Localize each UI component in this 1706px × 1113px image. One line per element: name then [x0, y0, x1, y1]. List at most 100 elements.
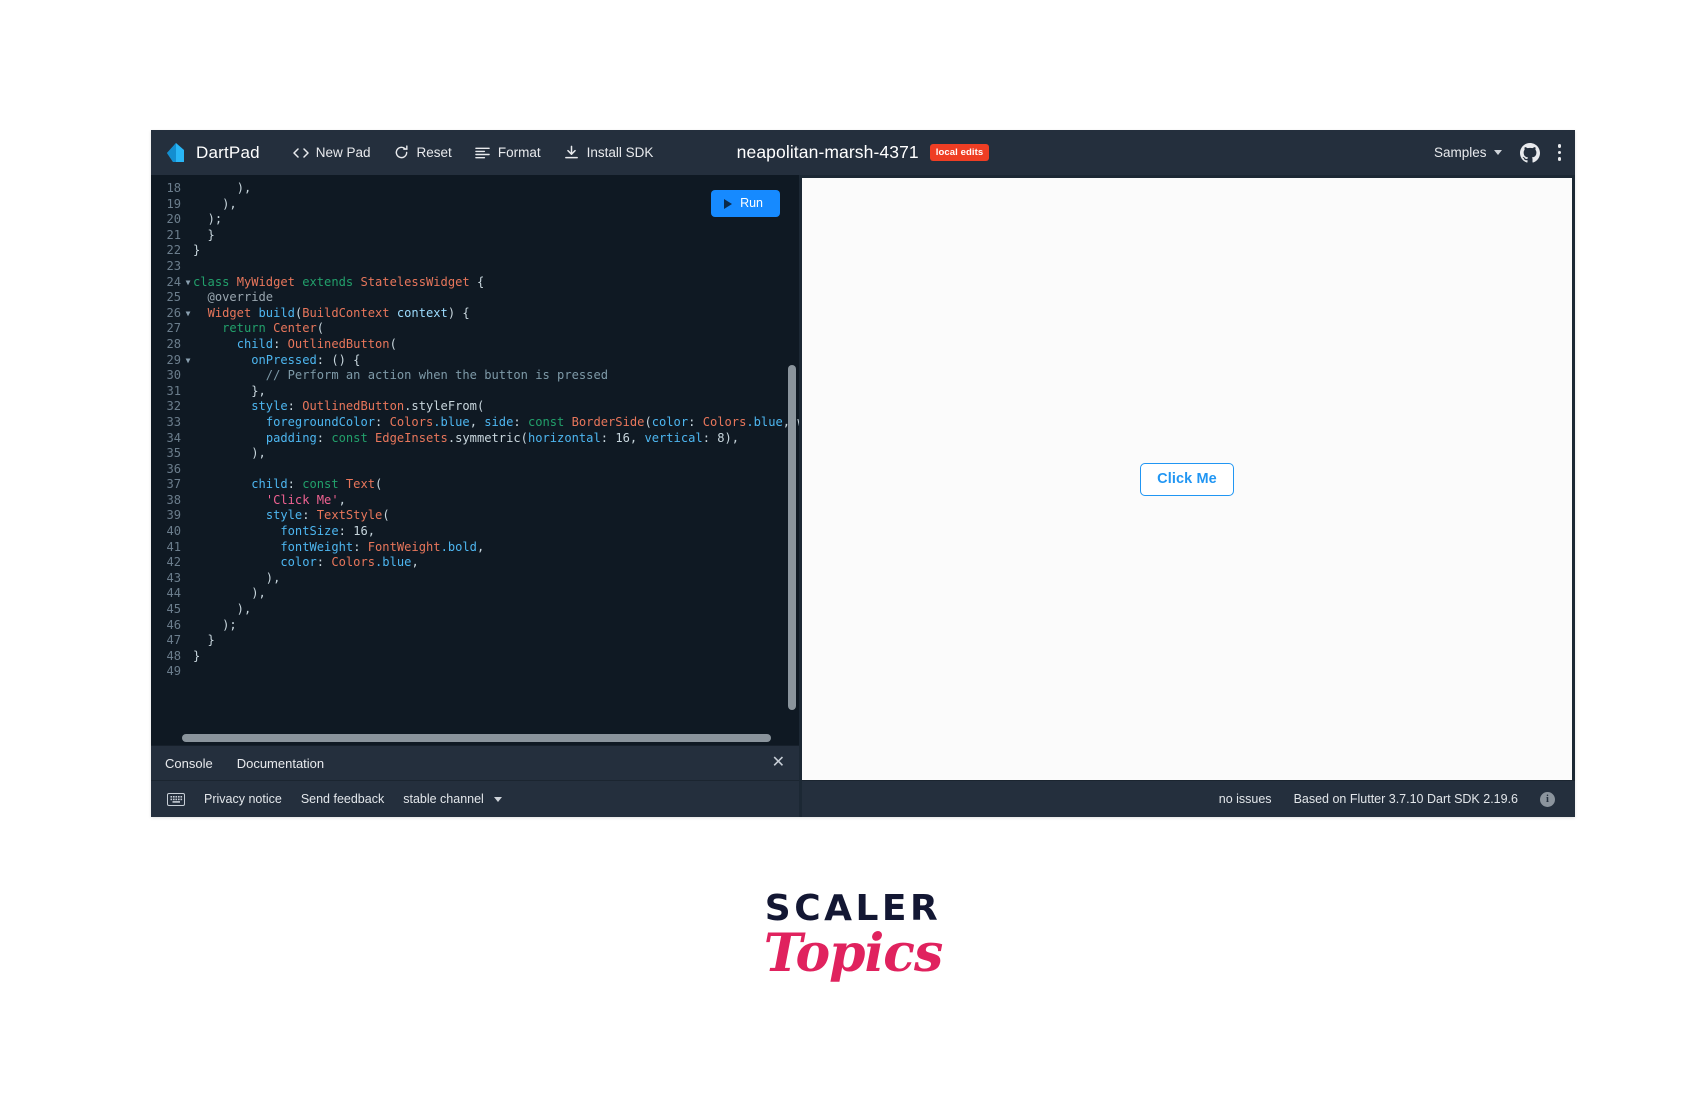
code-line: 45 ),	[151, 602, 799, 618]
github-icon[interactable]	[1519, 142, 1540, 163]
fold-arrow-icon[interactable]: ▼	[183, 306, 193, 322]
fold-arrow-icon[interactable]: ▼	[183, 275, 193, 291]
code-text: color: Colors.blue,	[280, 555, 419, 570]
line-number: 31	[166, 383, 181, 398]
send-feedback-link[interactable]: Send feedback	[301, 792, 384, 806]
tab-console[interactable]: Console	[165, 756, 213, 771]
line-number: 32	[166, 399, 181, 414]
toolbar: New Pad Reset Format Install SDK	[293, 145, 654, 161]
more-vertical-icon[interactable]	[1557, 144, 1561, 161]
code-text: ),	[193, 446, 266, 461]
code-lines[interactable]: 18 ), 19 ), 20 ); 21 } 22} 23 24 ▼ class MyWidge…	[151, 175, 799, 731]
line-number: 47	[166, 633, 181, 648]
status-badge: local edits	[929, 144, 990, 161]
code-line: 47 }	[151, 633, 799, 649]
status-bar-left: Privacy notice Send feedback stable chan…	[151, 780, 799, 817]
install-sdk-label: Install SDK	[586, 145, 654, 160]
reset-button[interactable]: Reset	[394, 145, 452, 161]
code-line: 20 );	[151, 212, 799, 228]
install-sdk-button[interactable]: Install SDK	[564, 145, 654, 161]
code-line: 24 ▼ class MyWidget extends StatelessWidge…	[151, 275, 799, 291]
code-line: 40 fontSize: 16,	[151, 524, 799, 540]
code-line: 43 ),	[151, 571, 799, 587]
line-number: 27	[166, 321, 181, 336]
line-number: 41	[166, 539, 181, 554]
sdk-version: Based on Flutter 3.7.10 Dart SDK 2.19.6	[1293, 792, 1518, 806]
line-number: 29	[166, 352, 181, 367]
page-title: neapolitan-marsh-4371	[736, 142, 919, 162]
chevron-down-icon	[493, 796, 502, 802]
samples-label: Samples	[1433, 145, 1487, 160]
flutter-output-canvas: Click Me	[802, 178, 1572, 780]
line-number: 35	[166, 446, 181, 461]
code-line: 31 },	[151, 384, 799, 400]
line-number: 23	[166, 258, 181, 273]
samples-dropdown[interactable]: Samples	[1434, 145, 1502, 160]
line-number: 39	[166, 508, 181, 523]
line-number: 28	[166, 336, 181, 351]
line-number: 49	[166, 664, 181, 679]
fold-arrow-icon[interactable]: ▼	[183, 353, 193, 369]
line-number: 19	[166, 196, 181, 211]
code-text: }	[193, 648, 201, 663]
code-text: },	[193, 383, 266, 398]
dartpad-window: DartPad New Pad Reset Format Install SDK…	[151, 130, 1575, 817]
close-icon[interactable]: ✕	[772, 755, 785, 771]
code-text: padding: const EdgeInsets.symmetric(hori…	[265, 430, 740, 445]
click-me-button[interactable]: Click Me	[1140, 462, 1234, 496]
format-label: Format	[497, 145, 541, 160]
chevron-down-icon	[1493, 150, 1502, 155]
format-button[interactable]: Format	[475, 145, 541, 161]
code-text: return Center(	[222, 321, 325, 336]
code-text: class MyWidget extends StatelessWidget {	[193, 274, 485, 289]
privacy-notice-link[interactable]: Privacy notice	[204, 792, 282, 806]
editor-pane: 18 ), 19 ), 20 ); 21 } 22} 23 24 ▼ class MyWidge…	[151, 175, 799, 817]
editor-horizontal-scrollbar-track[interactable]	[151, 731, 799, 745]
code-line: 27 return Center(	[151, 321, 799, 337]
code-line: 39 style: TextStyle(	[151, 508, 799, 524]
header-actions: Samples	[1434, 142, 1561, 163]
channel-label: stable channel	[403, 792, 484, 806]
run-button[interactable]: Run	[711, 190, 780, 217]
brand-name: DartPad	[196, 142, 260, 162]
code-text: ),	[236, 181, 252, 195]
channel-dropdown[interactable]: stable channel	[403, 792, 502, 806]
code-text: // Perform an action when the button is …	[193, 368, 609, 383]
code-text: ),	[193, 570, 281, 585]
info-icon[interactable]: i	[1540, 791, 1555, 807]
code-line: 38 'Click Me',	[151, 493, 799, 509]
new-pad-button[interactable]: New Pad	[293, 145, 371, 161]
code-line: 33 foregroundColor: Colors.blue, side: c…	[151, 415, 799, 431]
editor-vertical-scrollbar[interactable]	[788, 365, 796, 710]
line-number: 42	[166, 555, 181, 570]
code-text: }	[193, 633, 215, 648]
code-line: 25 @override	[151, 290, 799, 306]
code-text: }	[193, 243, 201, 258]
code-text: }	[193, 227, 215, 242]
code-line: 34 padding: const EdgeInsets.symmetric(h…	[151, 431, 799, 447]
code-text: ),	[193, 586, 266, 601]
editor-horizontal-scrollbar[interactable]	[182, 734, 771, 742]
code-line: 29 ▼ onPressed: () {	[151, 353, 799, 369]
line-number: 30	[166, 368, 181, 383]
code-text: Widget build(BuildContext context) {	[207, 305, 470, 320]
code-editor[interactable]: 18 ), 19 ), 20 ); 21 } 22} 23 24 ▼ class MyWidge…	[151, 175, 799, 745]
line-number: 36	[166, 461, 181, 476]
console-tab-strip: Console Documentation ✕	[151, 745, 799, 780]
code-line: 23	[151, 259, 799, 275]
tab-documentation[interactable]: Documentation	[237, 756, 324, 771]
keyboard-icon[interactable]	[167, 792, 185, 806]
line-number: 44	[166, 586, 181, 601]
code-line: 44 ),	[151, 586, 799, 602]
